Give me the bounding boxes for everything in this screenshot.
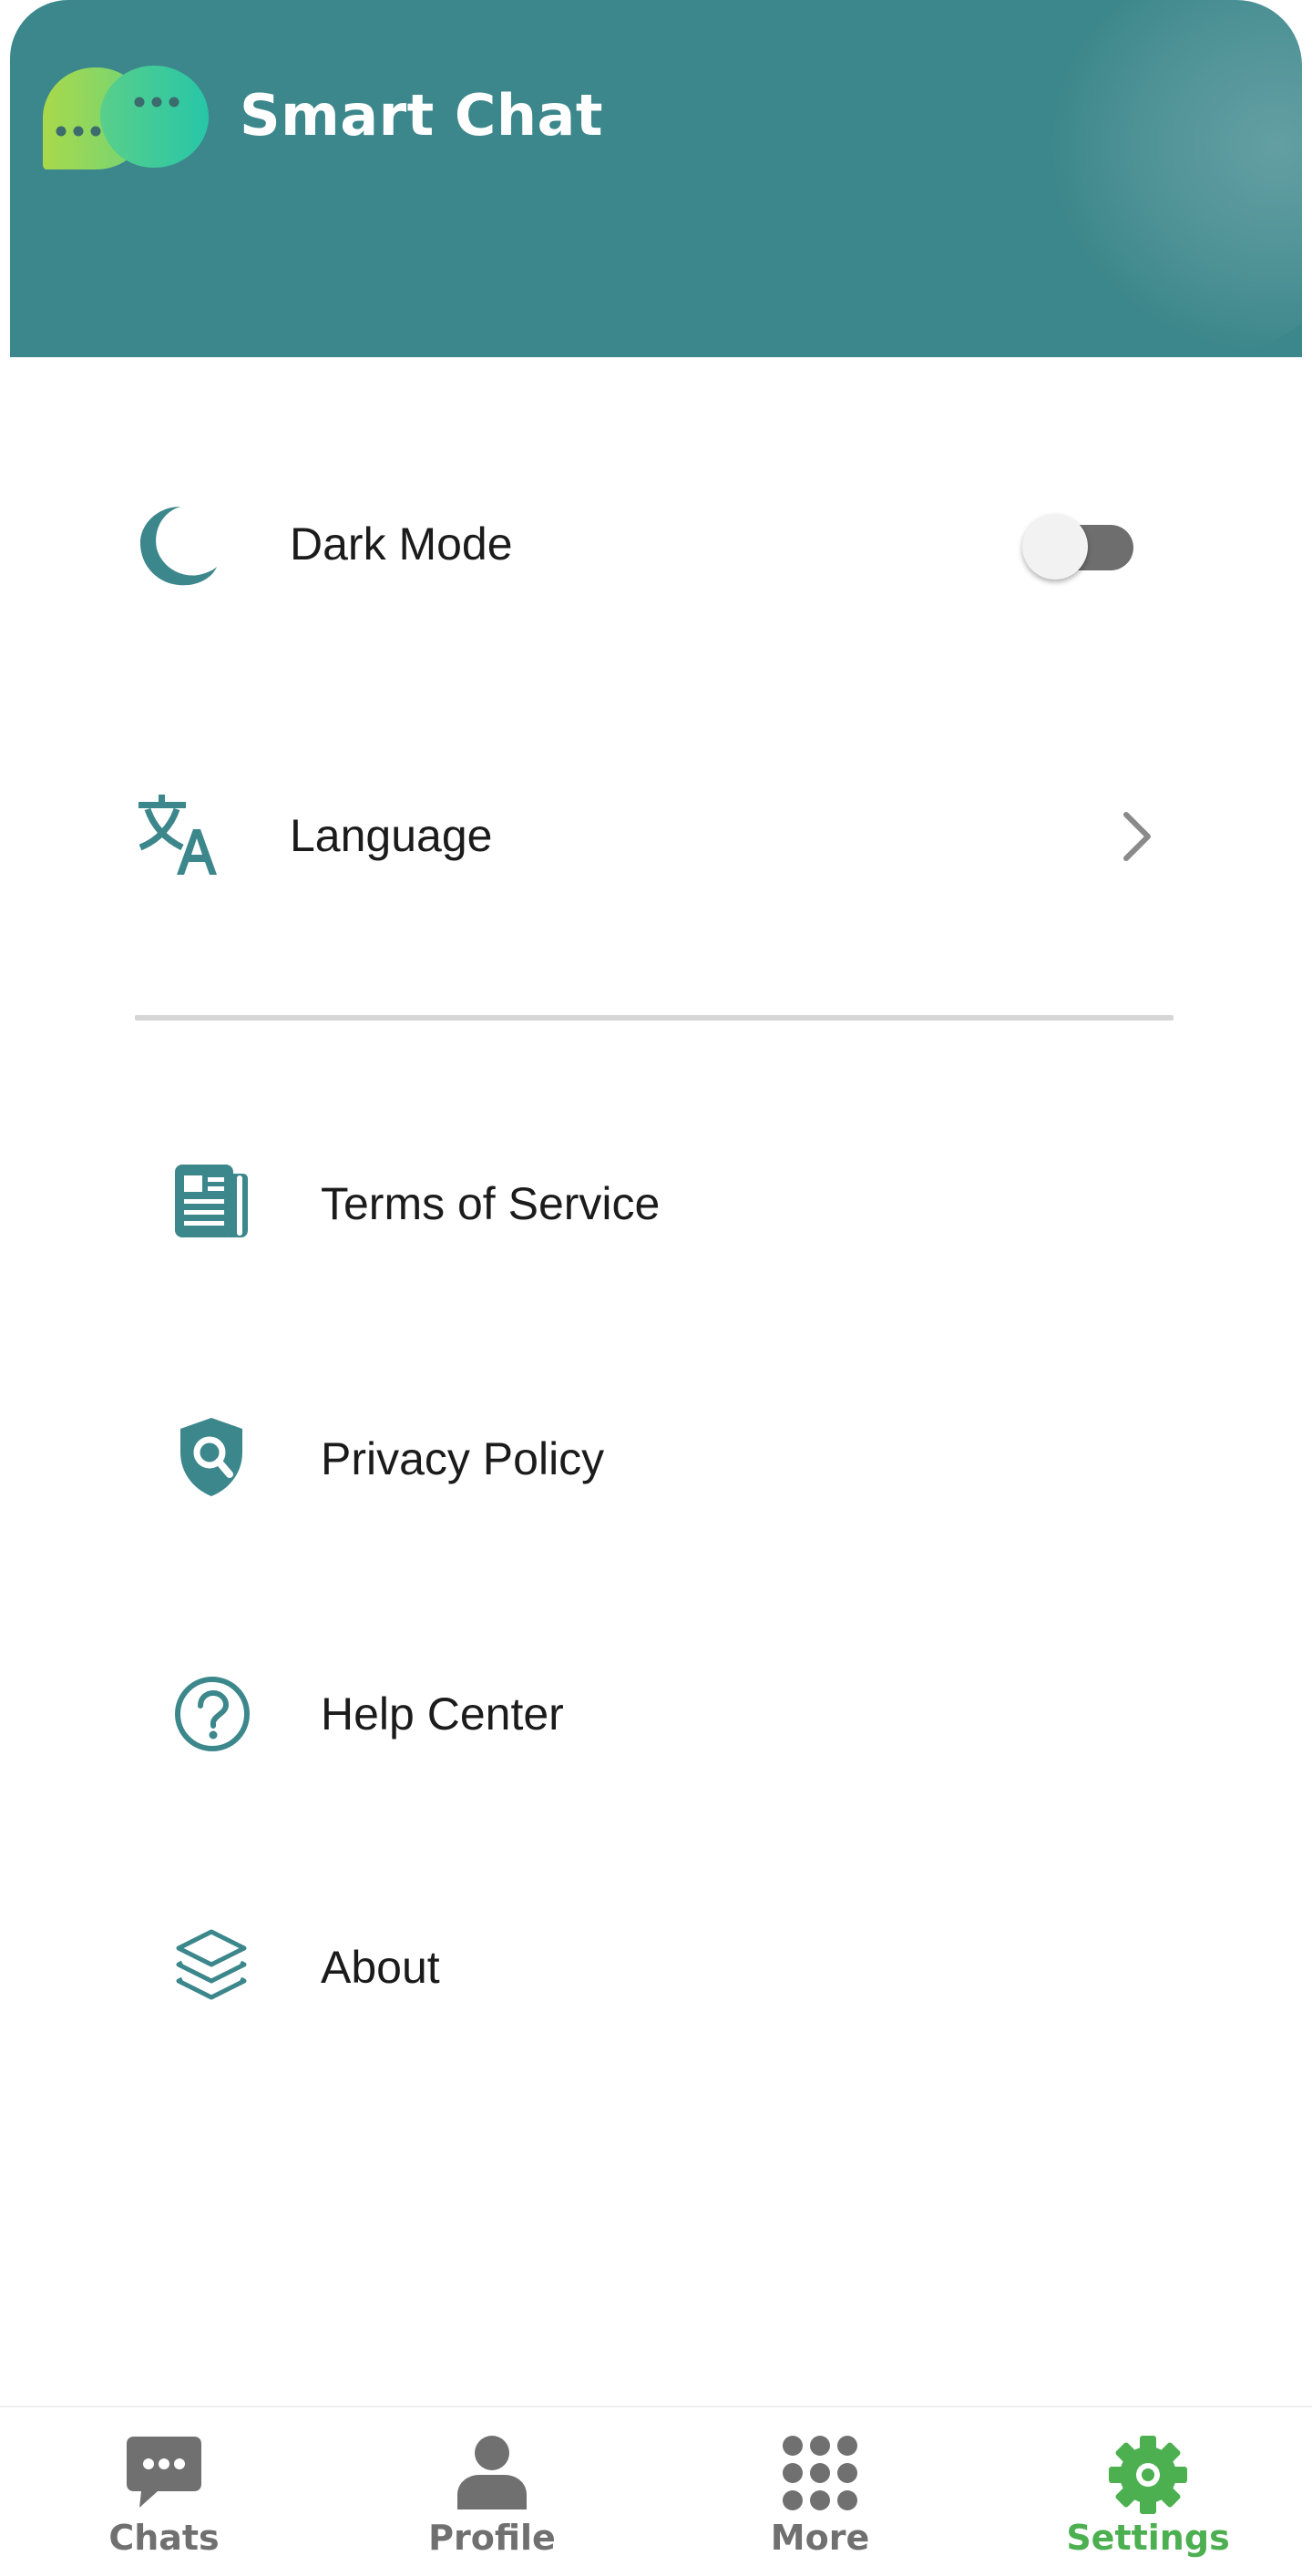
help-center-label: Help Center — [321, 1688, 564, 1740]
settings-screen: Smart Chat Dark Mode Language Terms of S… — [0, 0, 1312, 2576]
nav-item-settings[interactable]: Settings — [984, 2407, 1312, 2576]
dark-mode-label: Dark Mode — [290, 518, 513, 570]
bottom-nav: Chats Profile More Settings — [0, 2406, 1312, 2576]
language-row[interactable]: Language — [0, 765, 1312, 902]
nav-label-more: More — [770, 2518, 870, 2558]
gear-icon — [1109, 2436, 1187, 2514]
nav-label-chats: Chats — [108, 2518, 220, 2558]
terms-of-service-row[interactable]: Terms of Service — [0, 1139, 1312, 1276]
app-logo-icon — [43, 66, 209, 169]
privacy-policy-row[interactable]: Privacy Policy — [0, 1394, 1312, 1531]
help-circle-icon — [175, 1677, 250, 1751]
grid-dots-icon — [783, 2436, 857, 2510]
moon-icon — [140, 507, 217, 586]
layers-icon — [176, 1929, 247, 2000]
person-icon — [457, 2436, 527, 2509]
shield-search-icon — [180, 1418, 242, 1496]
language-label: Language — [290, 810, 493, 861]
nav-item-profile[interactable]: Profile — [328, 2407, 656, 2576]
about-label: About — [321, 1942, 440, 1993]
document-icon — [175, 1165, 248, 1237]
dark-mode-toggle[interactable] — [1022, 505, 1139, 580]
section-divider — [135, 1015, 1174, 1021]
chevron-right-icon[interactable] — [1119, 809, 1155, 864]
app-title: Smart Chat — [240, 82, 604, 149]
privacy-policy-label: Privacy Policy — [321, 1433, 605, 1484]
app-header: Smart Chat — [10, 0, 1302, 357]
chat-bubble-icon — [127, 2437, 201, 2508]
nav-label-profile: Profile — [428, 2518, 556, 2558]
help-center-row[interactable]: Help Center — [0, 1649, 1312, 1786]
about-row[interactable]: About — [0, 1903, 1312, 2039]
nav-item-chats[interactable]: Chats — [0, 2407, 328, 2576]
nav-item-more[interactable]: More — [656, 2407, 984, 2576]
toggle-thumb — [1022, 514, 1088, 580]
header-glow — [1047, 0, 1302, 355]
translate-icon — [138, 795, 217, 875]
nav-label-settings: Settings — [1066, 2518, 1230, 2558]
terms-of-service-label: Terms of Service — [321, 1178, 661, 1229]
